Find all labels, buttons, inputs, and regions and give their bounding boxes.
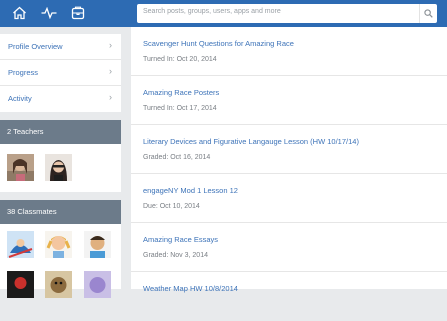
chevron-right-icon: ›: [109, 40, 112, 50]
menu-item-label: Activity: [8, 94, 32, 103]
feed-item-status: Graded: Oct 16, 2014: [143, 154, 211, 161]
menu-item-label: Profile Overview: [8, 42, 63, 51]
feed-item[interactable]: Amazing Race Posters Turned In: Oct 17, …: [131, 76, 447, 125]
feed-item[interactable]: Amazing Race Essays Graded: Nov 3, 2014: [131, 223, 447, 272]
search-placeholder: Search posts, groups, users, apps and mo…: [143, 8, 281, 15]
activity-icon[interactable]: [38, 3, 60, 23]
feed-item-title[interactable]: Literary Devices and Figurative Langauge…: [143, 137, 359, 146]
teacher-avatar[interactable]: [45, 154, 72, 181]
feed-item[interactable]: Scavenger Hunt Questions for Amazing Rac…: [131, 27, 447, 76]
feed-item-status: Turned In: Oct 17, 2014: [143, 105, 217, 112]
menu-item-progress[interactable]: Progress ›: [0, 60, 121, 86]
chevron-right-icon: ›: [109, 92, 112, 102]
classmate-avatar[interactable]: [45, 231, 72, 258]
assignment-feed: Scavenger Hunt Questions for Amazing Rac…: [131, 27, 447, 293]
search-button[interactable]: [419, 4, 437, 23]
classmate-avatar[interactable]: [45, 271, 72, 298]
feed-item[interactable]: engageNY Mod 1 Lesson 12 Due: Oct 10, 20…: [131, 174, 447, 223]
classmate-avatar[interactable]: [7, 271, 34, 298]
home-icon[interactable]: [8, 3, 30, 23]
feed-item-status: Due: Oct 10, 2014: [143, 203, 200, 210]
search-input[interactable]: Search posts, groups, users, apps and mo…: [137, 4, 437, 23]
sidebar: Profile Overview › Progress › Activity ›…: [0, 27, 131, 298]
feed-item-title[interactable]: Amazing Race Posters: [143, 88, 219, 97]
backpack-icon[interactable]: [67, 3, 89, 23]
menu-item-label: Progress: [8, 68, 39, 77]
teachers-section-header: 2 Teachers: [0, 120, 121, 144]
menu-item-activity[interactable]: Activity ›: [0, 86, 121, 112]
menu-item-profile-overview[interactable]: Profile Overview ›: [0, 34, 121, 60]
top-navigation-bar: Search posts, groups, users, apps and mo…: [0, 0, 447, 27]
feed-item[interactable]: Literary Devices and Figurative Langauge…: [131, 125, 447, 174]
teachers-title: 2 Teachers: [7, 127, 44, 136]
teacher-avatar[interactable]: [7, 154, 34, 181]
classmates-list: [0, 224, 121, 298]
classmate-avatar[interactable]: [7, 231, 34, 258]
feed-item-title[interactable]: Amazing Race Essays: [143, 235, 218, 244]
chevron-right-icon: ›: [109, 66, 112, 76]
feed-item-status: Graded: Nov 3, 2014: [143, 252, 208, 259]
teachers-list: [0, 144, 121, 192]
feed-item[interactable]: Weather Map HW 10/8/2014: [131, 272, 447, 321]
feed-item-title[interactable]: engageNY Mod 1 Lesson 12: [143, 186, 238, 195]
classmate-avatar[interactable]: [84, 271, 111, 298]
classmates-title: 38 Classmates: [7, 207, 57, 216]
classmates-section-header: 38 Classmates: [0, 200, 121, 224]
feed-item-status: Turned In: Oct 20, 2014: [143, 56, 217, 63]
feed-item-title[interactable]: Scavenger Hunt Questions for Amazing Rac…: [143, 39, 294, 48]
search-icon: [424, 9, 433, 18]
profile-menu: Profile Overview › Progress › Activity ›: [0, 34, 121, 112]
classmate-avatar[interactable]: [84, 231, 111, 258]
